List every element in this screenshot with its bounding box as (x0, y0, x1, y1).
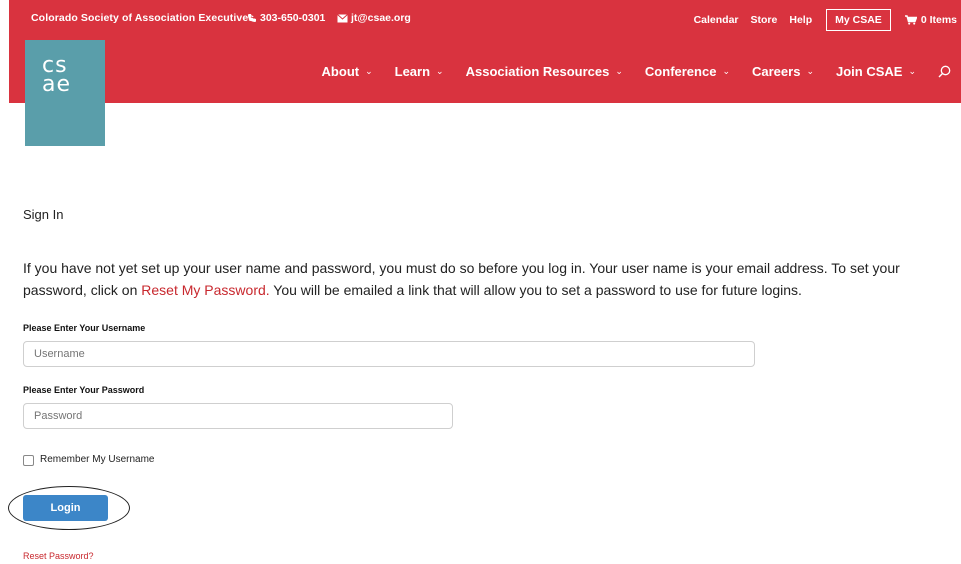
top-utility-bar: Colorado Society of Association Executiv… (9, 0, 961, 40)
csae-logo[interactable]: cs ae (25, 40, 105, 146)
email-link[interactable]: jt@csae.org (337, 12, 411, 24)
chevron-down-icon: ⌄ (615, 66, 623, 76)
remember-username[interactable]: Remember My Username (23, 453, 154, 466)
my-csae-button[interactable]: My CSAE (826, 9, 891, 31)
org-name: Colorado Society of Association Executiv… (31, 12, 255, 24)
username-input[interactable] (23, 341, 755, 367)
login-button[interactable]: Login (23, 495, 108, 521)
help-link[interactable]: Help (789, 14, 812, 26)
envelope-icon (337, 13, 348, 22)
reset-my-password-link[interactable]: Reset My Password. (141, 282, 269, 298)
chevron-down-icon: ⌄ (365, 66, 373, 76)
intro-text: If you have not yet set up your user nam… (23, 257, 958, 301)
cart-count: 0 Items (920, 14, 957, 26)
nav-item-label: About (321, 64, 360, 79)
cart-link[interactable]: 0 Items (904, 14, 957, 26)
nav-item-about[interactable]: About ⌄ (322, 64, 373, 79)
search-button[interactable] (938, 65, 951, 78)
chevron-down-icon: ⌄ (908, 66, 916, 76)
main-nav-bar: About ⌄ Learn ⌄ Association Resources ⌄ Con… (9, 40, 961, 103)
phone-number: 303-650-0301 (260, 12, 326, 24)
store-link[interactable]: Store (751, 14, 778, 26)
nav-item-conference[interactable]: Conference ⌄ (645, 64, 730, 79)
phone-link[interactable]: 303-650-0301 (247, 12, 325, 24)
chevron-down-icon: ⌄ (436, 66, 444, 76)
phone-icon (248, 14, 256, 22)
intro-text-end: You will be emailed a link that will all… (269, 282, 802, 298)
remember-label: Remember My Username (40, 454, 155, 465)
nav-item-label: Conference (644, 64, 717, 79)
page-title: Sign In (23, 207, 64, 222)
nav-item-label: Learn (394, 64, 431, 79)
nav-item-label: Association Resources (465, 64, 610, 79)
password-label: Please Enter Your Password (23, 385, 145, 395)
nav-item-learn[interactable]: Learn ⌄ (395, 64, 444, 79)
main-menu: About ⌄ Learn ⌄ Association Resources ⌄ Con… (300, 40, 961, 103)
calendar-link[interactable]: Calendar (694, 14, 739, 26)
nav-item-join-csae[interactable]: Join CSAE ⌄ (836, 64, 916, 79)
nav-item-label: Careers (752, 64, 801, 79)
cart-icon (904, 15, 917, 25)
search-icon (938, 65, 951, 78)
chevron-down-icon: ⌄ (722, 66, 730, 76)
username-label: Please Enter Your Username (23, 323, 146, 333)
remember-checkbox[interactable] (23, 455, 34, 466)
nav-item-careers[interactable]: Careers ⌄ (752, 64, 814, 79)
nav-item-association-resources[interactable]: Association Resources ⌄ (466, 64, 623, 79)
utility-links: Calendar Store Help My CSAE 0 Items (682, 0, 961, 40)
nav-item-label: Join CSAE (835, 64, 903, 79)
reset-password-link[interactable]: Reset Password? (23, 551, 94, 561)
logo-line-2: ae (42, 72, 72, 97)
email-address: jt@csae.org (351, 12, 411, 24)
chevron-down-icon: ⌄ (806, 66, 814, 76)
password-input[interactable] (23, 403, 453, 429)
